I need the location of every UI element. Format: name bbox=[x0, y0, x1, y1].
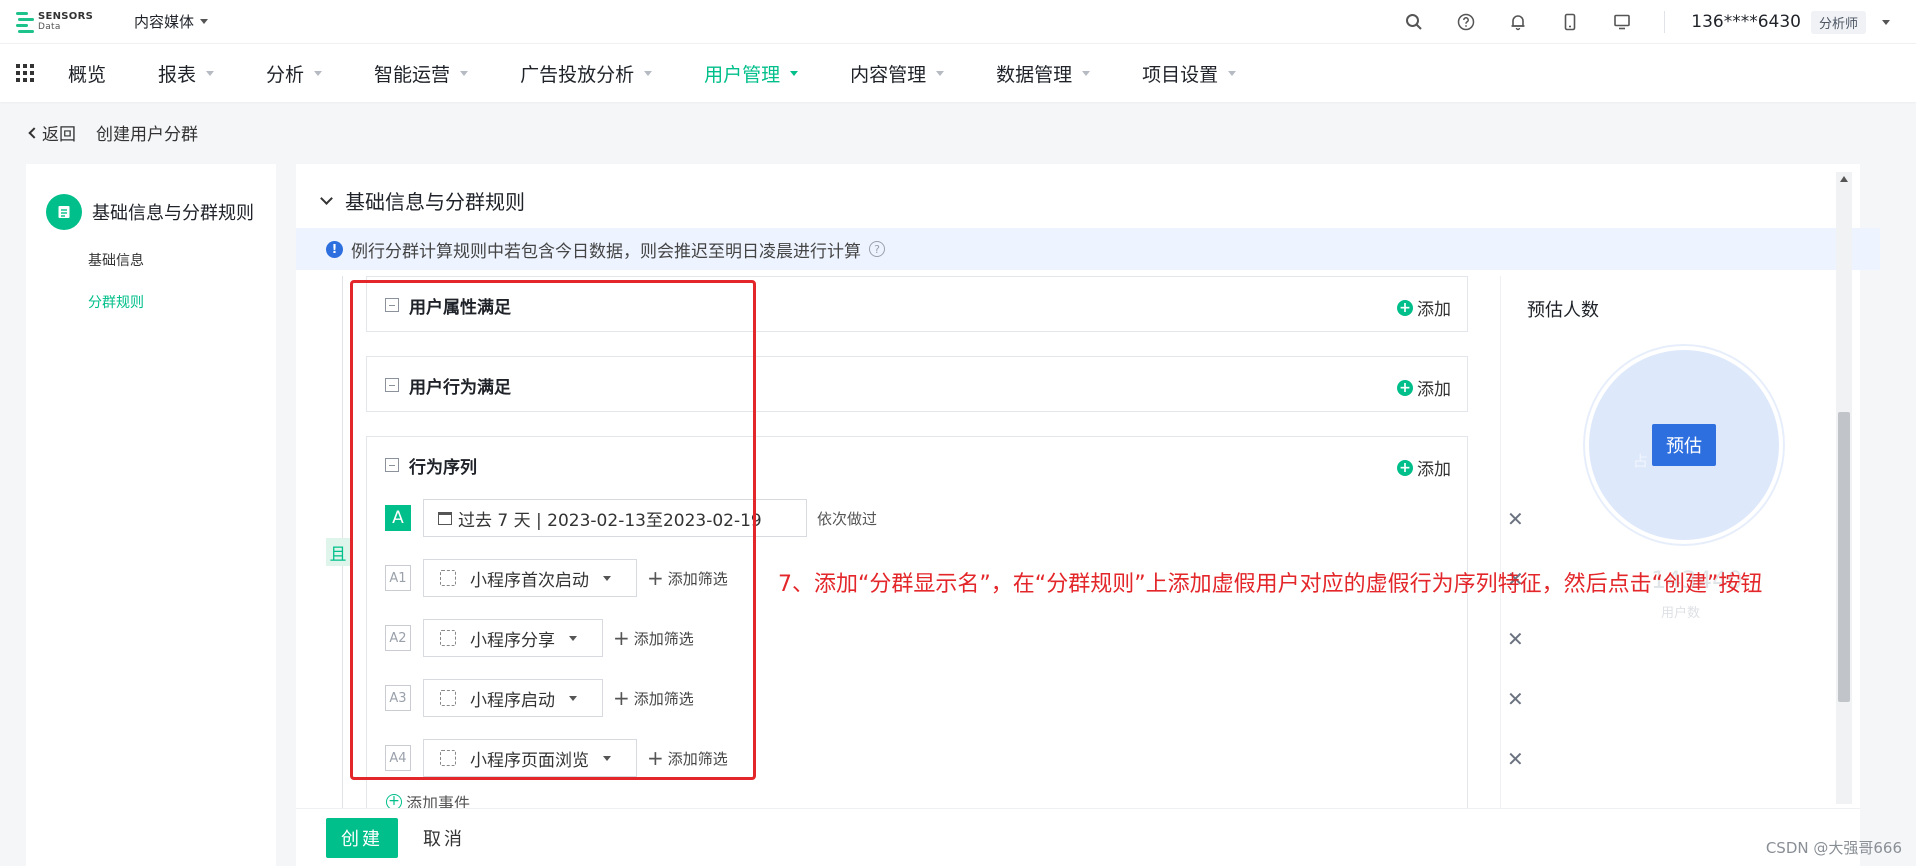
steps-panel: 基础信息与分群规则 基础信息 分群规则 bbox=[26, 164, 276, 866]
nav-label: 概览 bbox=[68, 63, 107, 86]
nav-item-user-management[interactable]: 用户管理 bbox=[704, 60, 799, 87]
nav-label: 数据管理 bbox=[996, 63, 1073, 86]
nav-item-content-management[interactable]: 内容管理 bbox=[850, 60, 945, 87]
section-header[interactable]: 基础信息与分群规则 bbox=[320, 186, 525, 215]
search-icon[interactable] bbox=[1404, 12, 1424, 32]
monitor-icon[interactable] bbox=[1612, 12, 1632, 32]
mobile-icon[interactable] bbox=[1560, 12, 1580, 32]
breadcrumb: 返回 创建用户分群 bbox=[28, 120, 198, 145]
nav-label: 报表 bbox=[158, 63, 197, 86]
info-notice: ! 例行分群计算规则中若包含今日数据，则会推迟至明日凌晨进行计算 ? bbox=[296, 228, 1880, 270]
section-title: 基础信息与分群规则 bbox=[345, 190, 525, 214]
scroll-up-icon[interactable] bbox=[1840, 176, 1848, 182]
chevron-down-icon bbox=[314, 70, 323, 76]
nav-item-analysis[interactable]: 分析 bbox=[266, 60, 323, 87]
plus-circle-icon: + bbox=[1397, 459, 1413, 476]
step-label: 基础信息与分群规则 bbox=[92, 203, 254, 224]
back-label: 返回 bbox=[42, 125, 76, 145]
top-header: SENSORS Data 内容媒体 136****6430 分析师 bbox=[0, 0, 1916, 44]
main-nav: 概览 报表 分析 智能运营 广告投放分析 用户管理 内容管理 数据管理 项目设置 bbox=[0, 44, 1916, 102]
nav-item-reports[interactable]: 报表 bbox=[158, 60, 215, 87]
project-selector[interactable]: 内容媒体 bbox=[134, 11, 209, 32]
add-label: 添加 bbox=[1417, 300, 1451, 320]
step-rules[interactable]: 分群规则 bbox=[88, 292, 276, 312]
and-toggle[interactable]: 且 bbox=[326, 538, 350, 566]
header-divider bbox=[1664, 11, 1666, 33]
create-button[interactable]: 创建 bbox=[326, 817, 398, 858]
user-account[interactable]: 136****6430 bbox=[1691, 12, 1801, 32]
add-label: 添加 bbox=[1417, 380, 1451, 400]
step-basic-and-rules[interactable]: 基础信息与分群规则 bbox=[46, 194, 276, 230]
bell-icon[interactable] bbox=[1508, 12, 1528, 32]
chevron-down-icon bbox=[200, 19, 209, 24]
plus-circle-icon: + bbox=[1397, 299, 1413, 316]
ghost-user-label: 用户数 bbox=[1661, 606, 1701, 621]
estimate-title: 预估人数 bbox=[1527, 300, 1599, 321]
document-icon bbox=[46, 194, 82, 230]
estimate-button[interactable]: 预估 bbox=[1652, 424, 1716, 466]
help-icon[interactable] bbox=[1456, 12, 1476, 32]
step-basic-info[interactable]: 基础信息 bbox=[88, 250, 276, 270]
page-title: 创建用户分群 bbox=[96, 125, 198, 145]
app-grid-icon[interactable] bbox=[16, 64, 34, 82]
cancel-button[interactable]: 取消 bbox=[412, 818, 476, 858]
chevron-down-icon bbox=[1082, 70, 1091, 76]
chevron-down-icon bbox=[206, 70, 215, 76]
scroll-thumb[interactable] bbox=[1838, 412, 1850, 702]
info-icon: ! bbox=[326, 240, 343, 258]
estimate-circle: 占 预估 bbox=[1589, 350, 1779, 540]
nav-item-project-settings[interactable]: 项目设置 bbox=[1142, 60, 1237, 87]
estimate-ring: 占 预估 bbox=[1583, 344, 1785, 546]
watermark: CSDN @大强哥666 bbox=[1765, 839, 1902, 857]
add-attribute-button[interactable]: + 添加 bbox=[1397, 295, 1451, 320]
project-name: 内容媒体 bbox=[134, 13, 195, 31]
nav-label: 分析 bbox=[266, 63, 305, 86]
help-icon[interactable]: ? bbox=[869, 241, 885, 257]
add-label: 添加 bbox=[1417, 460, 1451, 480]
logo-line1: SENSORS bbox=[38, 10, 94, 22]
estimate-panel: 预估人数 占 预估 143440 用户数 bbox=[1500, 276, 1860, 836]
nav-label: 用户管理 bbox=[704, 63, 781, 86]
role-badge: 分析师 bbox=[1810, 10, 1866, 34]
chevron-down-icon bbox=[936, 70, 945, 76]
chevron-down-icon bbox=[644, 70, 653, 76]
nav-item-smart-ops[interactable]: 智能运营 bbox=[374, 60, 469, 87]
nav-label: 智能运营 bbox=[374, 63, 451, 86]
sensors-data-logo[interactable]: SENSORS Data bbox=[16, 11, 96, 33]
order-label: 依次做过 bbox=[817, 509, 878, 528]
nav-label: 广告投放分析 bbox=[520, 63, 635, 86]
chevron-down-icon bbox=[320, 191, 333, 205]
ghost-ratio-label: 占 bbox=[1633, 452, 1649, 470]
chevron-down-icon bbox=[1228, 70, 1237, 76]
nav-items: 概览 报表 分析 智能运营 广告投放分析 用户管理 内容管理 数据管理 项目设置 bbox=[68, 60, 1288, 87]
nav-label: 内容管理 bbox=[850, 63, 927, 86]
nav-item-overview[interactable]: 概览 bbox=[68, 60, 106, 87]
add-sequence-button[interactable]: + 添加 bbox=[1397, 455, 1451, 480]
nav-label: 项目设置 bbox=[1142, 63, 1219, 86]
annotation-highlight-box bbox=[350, 280, 756, 780]
chevron-down-icon bbox=[460, 70, 469, 76]
form-footer: 创建 取消 bbox=[296, 808, 1860, 866]
nav-item-data-management[interactable]: 数据管理 bbox=[996, 60, 1091, 87]
add-behavior-button[interactable]: + 添加 bbox=[1397, 375, 1451, 400]
header-actions: 136****6430 分析师 bbox=[1404, 0, 1916, 44]
account-chevron-down-icon[interactable] bbox=[1882, 19, 1890, 25]
logo-text: SENSORS Data bbox=[38, 10, 94, 32]
nav-item-ad-analysis[interactable]: 广告投放分析 bbox=[520, 60, 653, 87]
notice-text: 例行分群计算规则中若包含今日数据，则会推迟至明日凌晨进行计算 bbox=[351, 241, 861, 262]
chevron-down-icon bbox=[790, 70, 799, 76]
logo-mark-icon bbox=[16, 11, 34, 33]
annotation-text: 7、添加“分群显示名”，在“分群规则”上添加虚假用户对应的虚假行为序列特征，然后… bbox=[778, 572, 1763, 597]
scrollbar[interactable] bbox=[1836, 172, 1852, 804]
plus-circle-icon: + bbox=[1397, 379, 1413, 396]
chevron-left-icon bbox=[28, 126, 40, 139]
logo-line2: Data bbox=[38, 21, 61, 32]
back-button[interactable]: 返回 bbox=[28, 120, 76, 145]
